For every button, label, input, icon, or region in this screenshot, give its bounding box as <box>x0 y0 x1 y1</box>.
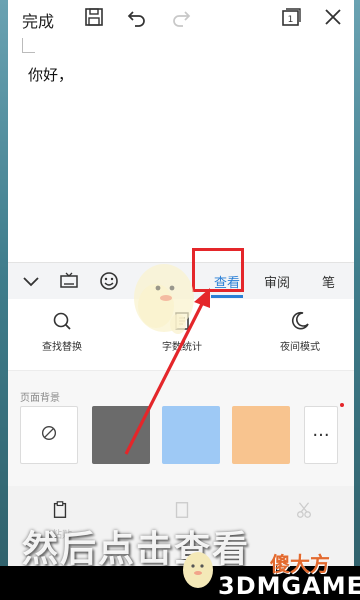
emoji-icon[interactable] <box>98 270 120 292</box>
moon-icon <box>289 311 311 336</box>
margin-corner-mark <box>22 38 35 53</box>
highlight-box <box>192 248 244 292</box>
close-icon[interactable] <box>322 6 344 28</box>
search-icon <box>51 312 73 336</box>
save-icon[interactable] <box>83 6 105 28</box>
watermark-logo-icon <box>183 552 213 588</box>
left-screen-edge <box>0 0 8 600</box>
view-tools-row: 查找替换 字数统计 夜间模式 <box>8 300 354 368</box>
scissors-icon[interactable] <box>294 500 314 524</box>
word-count-button[interactable]: 字数统计 <box>142 310 222 353</box>
chevron-down-icon[interactable] <box>20 270 42 292</box>
right-screen-edge <box>354 0 360 600</box>
no-background-icon <box>39 423 59 447</box>
top-toolbar: 完成 1 <box>8 0 354 34</box>
night-mode-label: 夜间模式 <box>280 342 320 353</box>
watermark-en-text: 3DMGAME <box>218 572 360 600</box>
night-mode-button[interactable]: 夜间模式 <box>260 310 340 353</box>
done-button[interactable]: 完成 <box>22 8 54 32</box>
new-indicator-dot <box>340 403 344 407</box>
document-body[interactable]: 你好， <box>8 34 354 262</box>
background-swatch-gray[interactable] <box>92 406 150 464</box>
background-swatch-none[interactable] <box>20 406 78 464</box>
background-swatch-blue[interactable] <box>162 406 220 464</box>
page-background-section: 页面背景 ··· <box>8 370 354 487</box>
find-replace-button[interactable]: 查找替换 <box>22 310 102 353</box>
find-replace-label: 查找替换 <box>42 342 82 353</box>
more-backgrounds-button[interactable]: ··· <box>304 406 338 464</box>
page-background-title: 页面背景 <box>20 393 60 404</box>
keyboard-icon[interactable] <box>58 270 80 292</box>
tab-pen[interactable]: 笔 <box>322 272 335 291</box>
background-swatch-orange[interactable] <box>232 406 290 464</box>
redo-icon[interactable] <box>170 6 192 28</box>
tab-review[interactable]: 审阅 <box>264 272 290 291</box>
word-count-icon <box>171 312 193 336</box>
active-tab-indicator <box>211 295 243 298</box>
undo-icon[interactable] <box>126 6 148 28</box>
document-text[interactable]: 你好， <box>28 64 73 85</box>
tab-count-number: 1 <box>288 15 294 25</box>
mode-tab-bar: 查看 审阅 笔 <box>8 262 354 299</box>
tab-count-icon[interactable]: 1 <box>280 6 302 28</box>
word-count-label: 字数统计 <box>162 342 202 353</box>
document-editor: 完成 1 你好， 查看 审阅 笔 查找替换 字数统计 夜间模式 页面背景 ···… <box>8 0 354 600</box>
